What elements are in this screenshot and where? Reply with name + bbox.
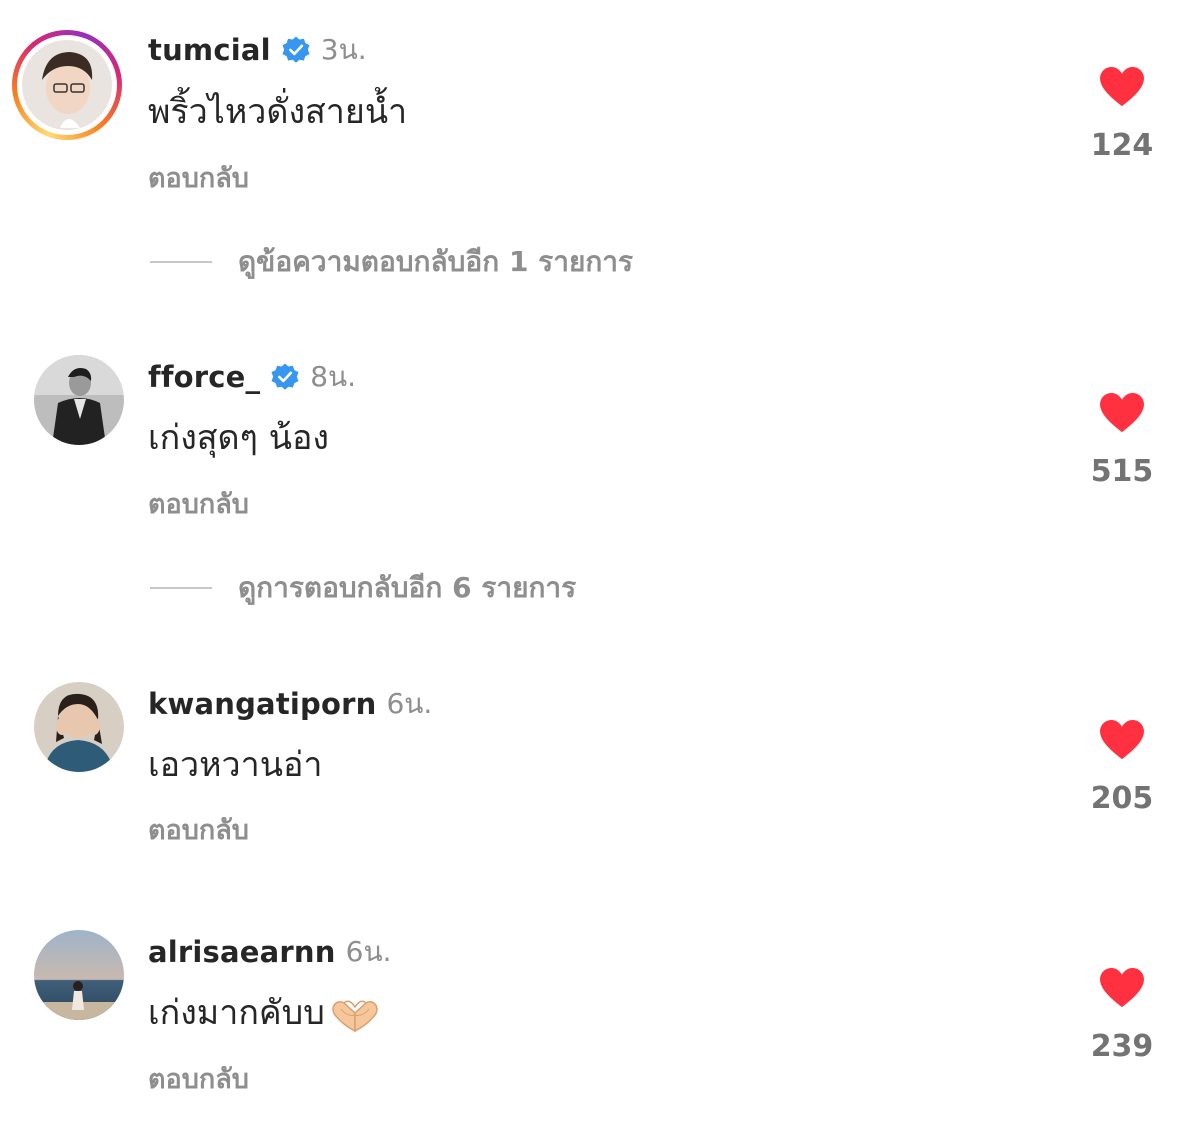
heart-icon[interactable] [1099,392,1145,434]
story-ring[interactable] [12,30,122,140]
reply-button[interactable]: ตอบกลับ [148,1057,249,1100]
comment-time: 8น. [310,360,357,393]
like-count: 515 [1090,454,1154,489]
heart-icon[interactable] [1099,967,1145,1009]
reply-button[interactable]: ตอบกลับ [148,482,249,525]
username[interactable]: alrisaearnn [148,935,336,969]
divider [150,261,212,263]
heart-hands-emoji [332,999,378,1032]
view-more-replies-label[interactable]: ดูข้อความตอบกลับอีก 1 รายการ [238,240,633,284]
verified-badge-icon [282,36,310,63]
comment-time: 3น. [320,33,367,66]
comment-text: เก่งมากคับบ [148,993,325,1033]
comment-text: พริ้วไหวดั่งสายน้ำ [148,92,408,132]
avatar[interactable] [22,40,112,130]
comment-time: 6น. [345,935,392,968]
comment-text: เก่งสุดๆ น้อง [148,418,329,458]
divider [150,587,212,589]
verified-badge-icon [271,363,299,390]
view-more-replies[interactable]: ดูการตอบกลับอีก 6 รายการ [150,568,576,608]
comment-text: เอวหวานอ่า [148,745,323,785]
heart-icon[interactable] [1099,719,1145,761]
reply-button[interactable]: ตอบกลับ [148,808,249,851]
username[interactable]: fforce_ [148,360,260,394]
reply-button[interactable]: ตอบกลับ [148,156,249,199]
like-count: 239 [1090,1029,1154,1064]
username[interactable]: kwangatiporn [148,687,376,721]
username[interactable]: tumcial [148,33,271,67]
heart-icon[interactable] [1099,66,1145,108]
avatar[interactable] [34,930,124,1020]
view-more-replies[interactable]: ดูข้อความตอบกลับอีก 1 รายการ [150,242,633,282]
avatar[interactable] [34,355,124,445]
comment-time: 6น. [386,687,433,720]
view-more-replies-label[interactable]: ดูการตอบกลับอีก 6 รายการ [238,566,576,610]
like-count: 124 [1090,128,1154,163]
like-count: 205 [1090,781,1154,816]
avatar[interactable] [34,682,124,772]
